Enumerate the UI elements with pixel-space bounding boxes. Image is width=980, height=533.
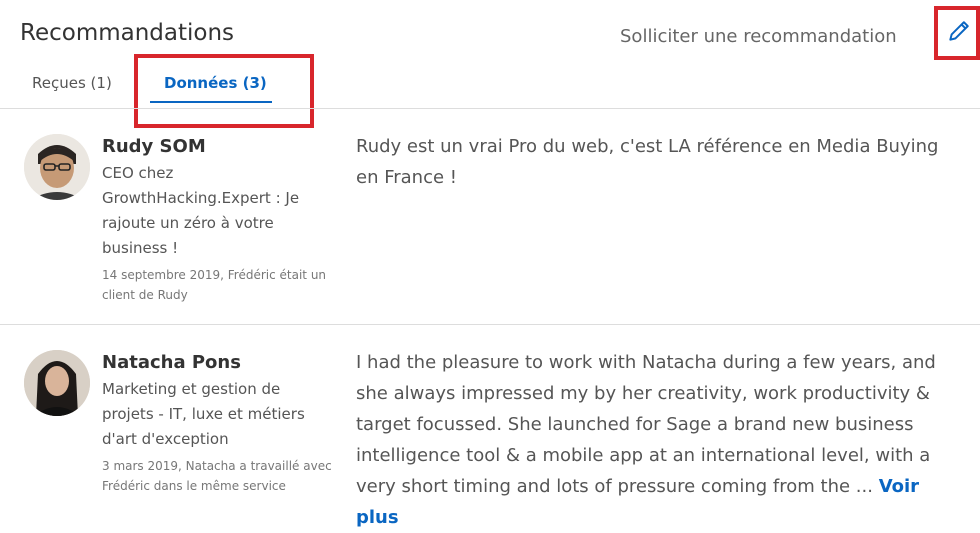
- pencil-icon[interactable]: [946, 18, 972, 44]
- recommendation-text: I had the pleasure to work with Natacha …: [356, 347, 966, 533]
- recommendation-text: Rudy est un vrai Pro du web, c'est LA ré…: [356, 136, 939, 188]
- avatar-image: [24, 350, 90, 416]
- tab-received[interactable]: Reçues (1): [32, 74, 112, 92]
- avatar[interactable]: [24, 134, 90, 200]
- avatar-image: [24, 134, 90, 200]
- recommender-headline: Marketing et gestion de projets - IT, lu…: [102, 380, 305, 448]
- recommendation-meta: 14 septembre 2019, Frédéric était un cli…: [102, 268, 327, 302]
- recommendation-text-body: I had the pleasure to work with Natacha …: [356, 352, 936, 497]
- tab-highlight-box: [134, 54, 314, 128]
- section-title: Recommandations: [20, 20, 235, 46]
- recommender-name[interactable]: Natacha Pons: [102, 352, 241, 373]
- recommendation-meta: 3 mars 2019, Natacha a travaillé avec Fr…: [102, 459, 332, 493]
- recommender-headline: CEO chez GrowthHacking.Expert : Je rajou…: [102, 164, 300, 257]
- divider: [0, 324, 980, 325]
- request-recommendation-link[interactable]: Solliciter une recommandation: [620, 26, 897, 47]
- recommender-name[interactable]: Rudy SOM: [102, 136, 206, 157]
- divider: [0, 108, 980, 109]
- avatar[interactable]: [24, 350, 90, 416]
